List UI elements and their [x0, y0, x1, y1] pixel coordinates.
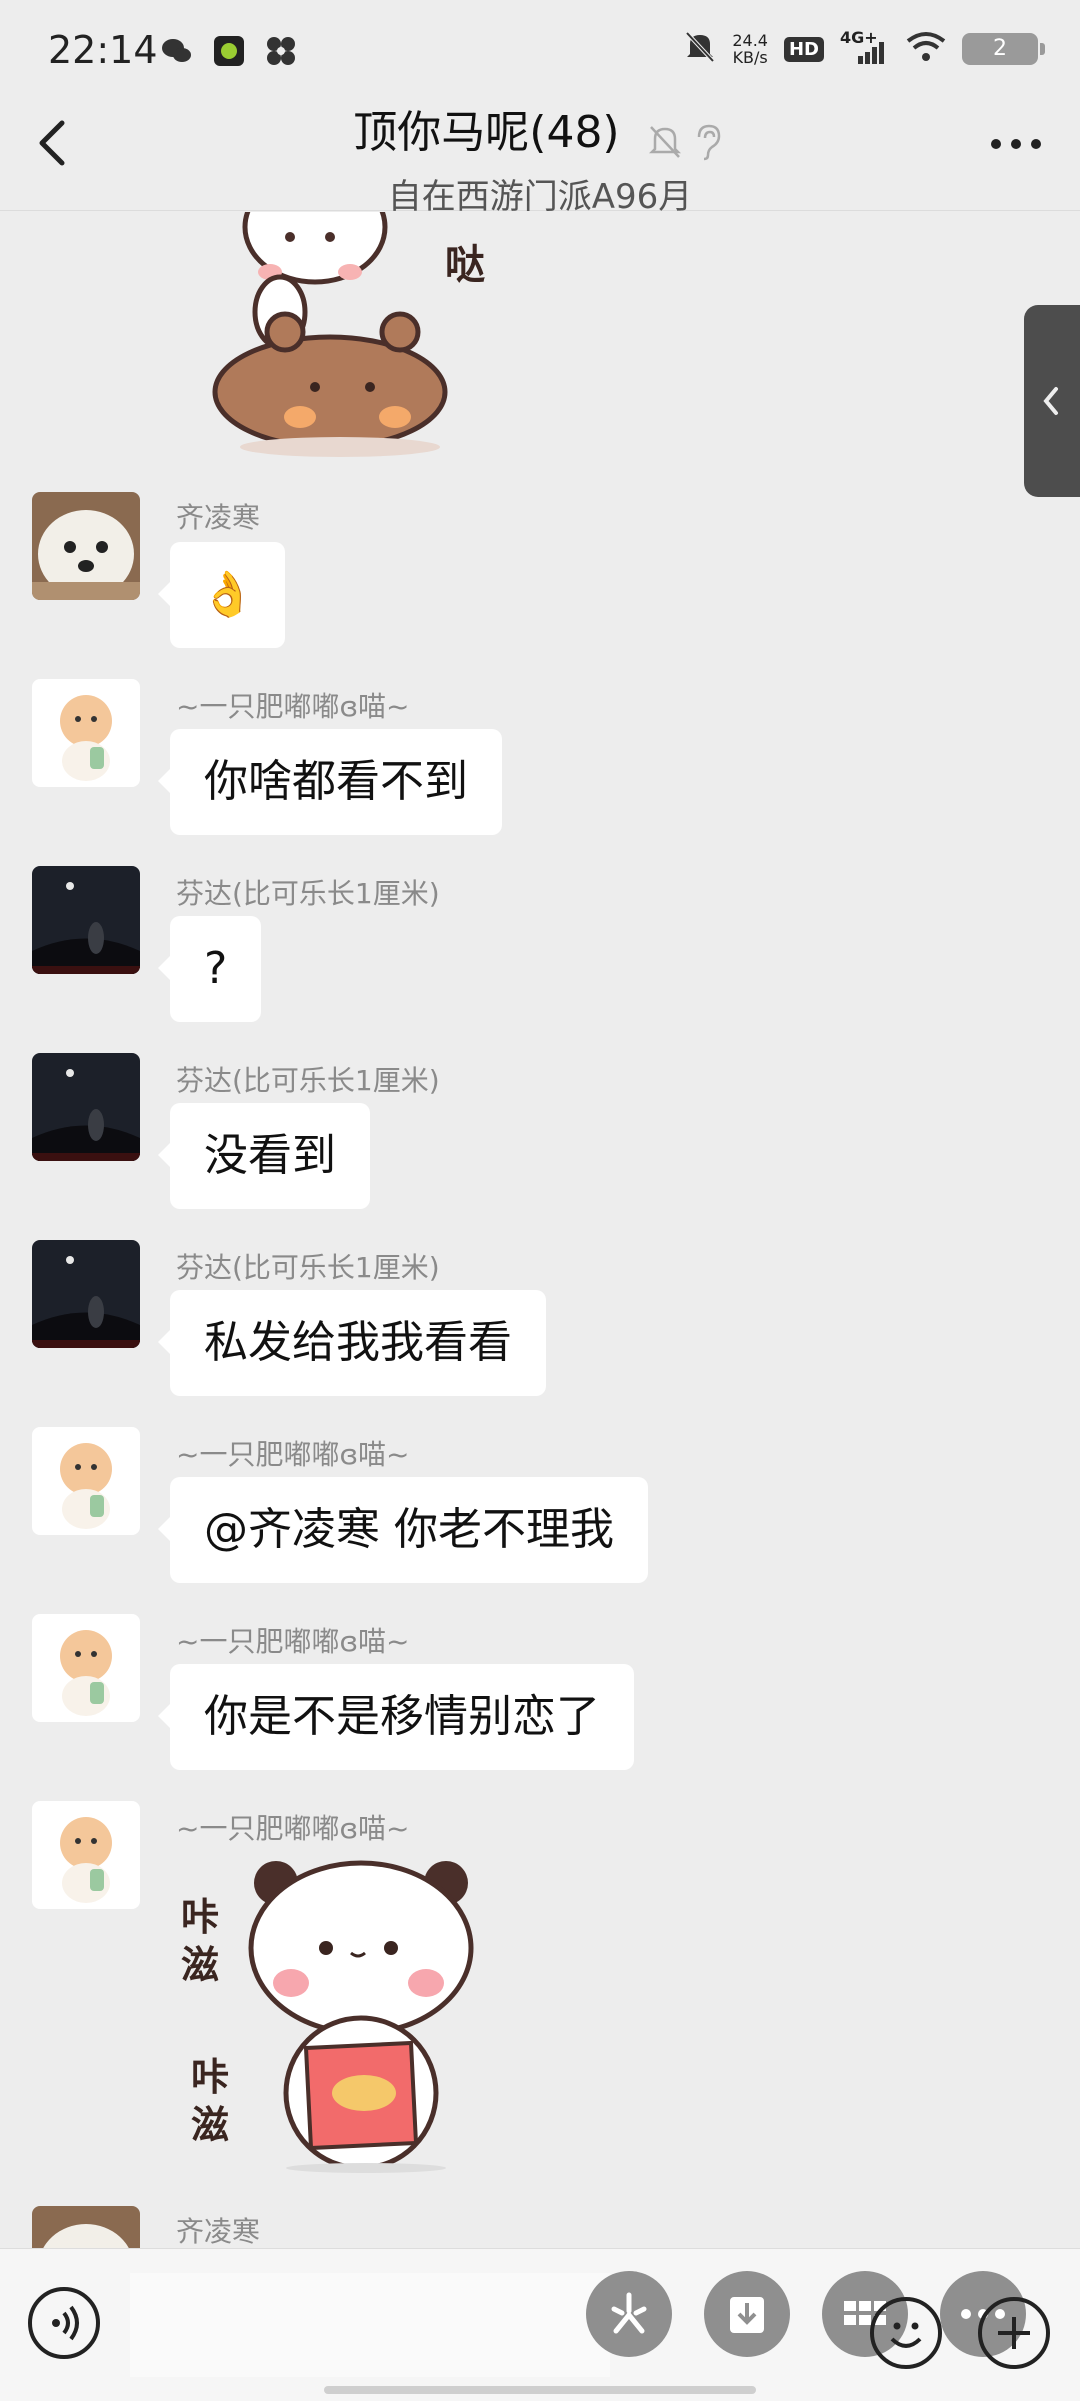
status-right-icons: 24.4 KB/s HD 4G+ 2	[684, 28, 1045, 68]
message-bubble[interactable]: 👌	[158, 542, 285, 648]
sender-name: ~一只肥嘟嘟ɞ喵~	[176, 1812, 410, 1845]
message-bubble[interactable]: 你是不是移情别恋了	[158, 1664, 634, 1770]
more-button[interactable]	[988, 134, 1044, 154]
chat-message: ~一只肥嘟嘟ɞ喵~ 咔 滋 咔 滋	[0, 1801, 1080, 2181]
wechat-icon	[160, 34, 194, 68]
avatar[interactable]	[32, 2206, 140, 2248]
chat-message: 芬达(比可乐长1厘米) 没看到	[0, 1053, 1080, 1213]
side-drawer-tab[interactable]	[1024, 305, 1080, 497]
fan-icon	[264, 34, 298, 68]
hd-badge: HD	[783, 36, 824, 62]
sender-name: ~一只肥嘟嘟ɞ喵~	[176, 1625, 410, 1658]
sender-name: ~一只肥嘟嘟ɞ喵~	[176, 690, 410, 723]
quick-action-button[interactable]	[586, 2271, 672, 2357]
chat-message: 齐凌寒	[0, 2206, 1080, 2248]
chat-message: 芬达(比可乐长1厘米) 私发给我我看看	[0, 1240, 1080, 1400]
avatar[interactable]	[32, 679, 140, 787]
speed-unit: KB/s	[732, 48, 768, 67]
sender-name: 芬达(比可乐长1厘米)	[176, 1064, 440, 1097]
message-bubble[interactable]: 私发给我我看看	[158, 1290, 546, 1396]
input-bar	[0, 2248, 1080, 2401]
avatar[interactable]	[32, 1427, 140, 1535]
wifi-icon	[906, 31, 946, 67]
message-bubble[interactable]: 没看到	[158, 1103, 370, 1209]
earpiece-icon	[697, 124, 720, 160]
avatar[interactable]	[32, 1614, 140, 1722]
voice-button[interactable]	[28, 2287, 100, 2359]
chat-message: ~一只肥嘟嘟ɞ喵~ 你啥都看不到	[0, 679, 1080, 839]
sender-name: 芬达(比可乐长1厘米)	[176, 1251, 440, 1284]
avatar[interactable]	[32, 1053, 140, 1161]
avatar[interactable]	[32, 1801, 140, 1909]
chat-subtitle: 自在西游门派A96月	[387, 176, 693, 217]
avatar[interactable]	[32, 1240, 140, 1348]
download-button[interactable]	[704, 2271, 790, 2357]
sender-name: 齐凌寒	[176, 501, 261, 534]
message-bubble[interactable]: ?	[157, 916, 262, 1022]
emoji-button[interactable]	[870, 2297, 942, 2369]
signal-icon: 4G+	[840, 28, 890, 66]
chat-title: 顶你马呢(48)	[353, 107, 620, 158]
chat-header: 顶你马呢(48) 自在西游门派A96月	[0, 90, 1080, 217]
voice-icon	[52, 2305, 79, 2341]
sticker-message[interactable]: 哒	[190, 212, 490, 462]
sender-name: 芬达(比可乐长1厘米)	[176, 877, 440, 910]
home-indicator[interactable]	[324, 2386, 756, 2394]
chat-message: ~一只肥嘟嘟ɞ喵~ 你是不是移情别恋了	[0, 1614, 1080, 1774]
sparkle-icon	[611, 2292, 647, 2334]
message-input[interactable]	[130, 2273, 610, 2377]
sticker-caption: 咔 滋	[191, 2055, 230, 2147]
emoji-icon	[890, 2322, 922, 2348]
chat-message: ~一只肥嘟嘟ɞ喵~ @齐凌寒 你老不理我	[0, 1427, 1080, 1587]
more-icon	[991, 139, 1041, 149]
message-bubble[interactable]: 你啥都看不到	[158, 729, 502, 835]
avatar[interactable]	[32, 866, 140, 974]
download-icon	[730, 2297, 764, 2333]
sender-name: 齐凌寒	[176, 2215, 261, 2248]
message-bubble[interactable]: @齐凌寒 你老不理我	[158, 1477, 648, 1583]
plus-icon	[998, 2317, 1030, 2349]
mute-icon	[684, 30, 716, 68]
app-icon	[212, 34, 246, 68]
sticker-message[interactable]: 咔 滋 咔 滋	[176, 1853, 496, 2173]
chevron-left-icon	[1043, 387, 1058, 415]
chat-title-area[interactable]: 顶你马呢(48) 自在西游门派A96月	[0, 96, 1080, 218]
plus-button[interactable]	[978, 2297, 1050, 2369]
status-time: 22:14	[48, 28, 158, 72]
avatar[interactable]	[32, 492, 140, 600]
chat-message: 芬达(比可乐长1厘米) ?	[0, 866, 1080, 1026]
mute-bell-icon	[648, 125, 681, 158]
sticker-caption: 哒	[445, 242, 485, 288]
status-notification-icons	[160, 34, 298, 68]
chat-message: 齐凌寒 👌	[0, 492, 1080, 652]
status-bar: 22:14 24.4 KB/s HD 4G+ 2	[0, 0, 1080, 90]
speed-value: 24.4	[732, 31, 768, 50]
sticker-caption: 咔 滋	[181, 1895, 220, 1987]
network-speed: 24.4 KB/s	[732, 32, 768, 66]
battery-indicator: 2	[962, 33, 1045, 65]
title-status-icons	[647, 121, 727, 165]
sender-name: ~一只肥嘟嘟ɞ喵~	[176, 1438, 410, 1471]
